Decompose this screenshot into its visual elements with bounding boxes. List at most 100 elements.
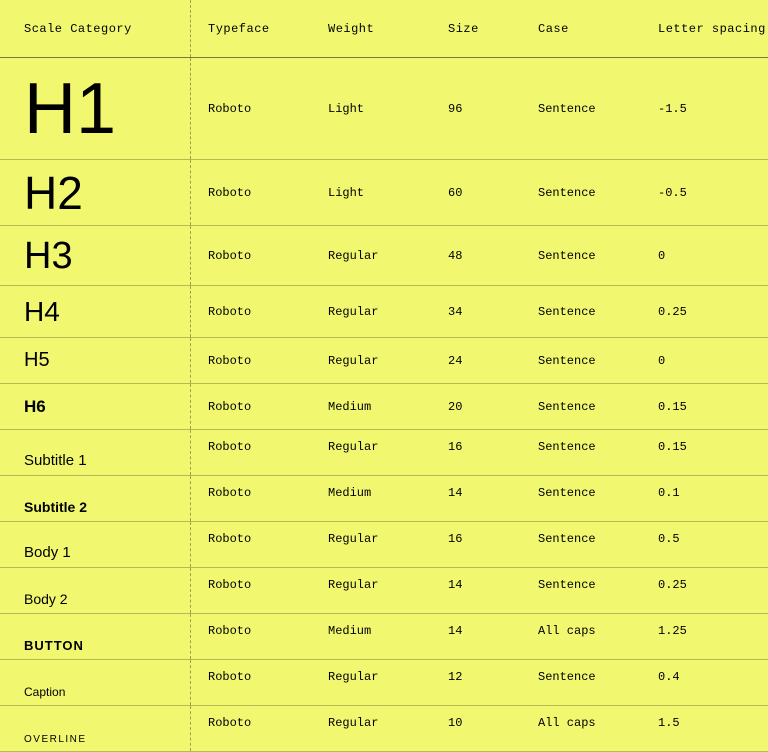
cell-size: 14 [430, 568, 520, 592]
cell-size: 24 [430, 354, 520, 368]
column-divider [190, 384, 191, 429]
col-header-typeface: Typeface [190, 22, 310, 36]
cell-typeface: Roboto [190, 430, 310, 454]
col-header-size: Size [430, 22, 520, 36]
type-scale-table: Scale Category Typeface Weight Size Case… [0, 0, 768, 752]
cell-size: 60 [430, 186, 520, 200]
scale-sample-overline: OVERLINE [0, 706, 190, 751]
table-row: Subtitle 1 Roboto Regular 16 Sentence 0.… [0, 430, 768, 476]
cell-weight: Light [310, 186, 430, 200]
table-row: H3 Roboto Regular 48 Sentence 0 [0, 226, 768, 286]
table-row: H4 Roboto Regular 34 Sentence 0.25 [0, 286, 768, 338]
cell-size: 14 [430, 614, 520, 638]
cell-typeface: Roboto [190, 614, 310, 638]
scale-sample-caption: Caption [0, 660, 190, 705]
table-row: OVERLINE Roboto Regular 10 All caps 1.5 [0, 706, 768, 752]
scale-sample-h5: H5 [0, 338, 190, 383]
column-divider [190, 568, 191, 613]
cell-size: 34 [430, 305, 520, 319]
cell-letter-spacing: 0 [640, 354, 768, 368]
cell-weight: Regular [310, 706, 430, 730]
table-row: Subtitle 2 Roboto Medium 14 Sentence 0.1 [0, 476, 768, 522]
column-divider [190, 226, 191, 285]
cell-case: Sentence [520, 354, 640, 368]
cell-size: 96 [430, 102, 520, 116]
cell-size: 10 [430, 706, 520, 730]
cell-typeface: Roboto [190, 568, 310, 592]
scale-sample-h1: H1 [0, 58, 190, 159]
cell-letter-spacing: 1.25 [640, 614, 768, 638]
scale-sample-subtitle1: Subtitle 1 [0, 430, 190, 475]
table-row: H6 Roboto Medium 20 Sentence 0.15 [0, 384, 768, 430]
cell-size: 12 [430, 660, 520, 684]
table-row: Body 1 Roboto Regular 16 Sentence 0.5 [0, 522, 768, 568]
table-header-row: Scale Category Typeface Weight Size Case… [0, 0, 768, 58]
scale-sample-subtitle2: Subtitle 2 [0, 476, 190, 521]
cell-typeface: Roboto [190, 249, 310, 263]
cell-weight: Regular [310, 354, 430, 368]
column-divider [190, 660, 191, 705]
cell-typeface: Roboto [190, 354, 310, 368]
column-divider [190, 614, 191, 659]
cell-size: 14 [430, 476, 520, 500]
table-row: Caption Roboto Regular 12 Sentence 0.4 [0, 660, 768, 706]
table-row: H5 Roboto Regular 24 Sentence 0 [0, 338, 768, 384]
cell-typeface: Roboto [190, 522, 310, 546]
cell-case: Sentence [520, 430, 640, 454]
table-row: H2 Roboto Light 60 Sentence -0.5 [0, 160, 768, 226]
cell-weight: Medium [310, 476, 430, 500]
scale-sample-h6: H6 [0, 384, 190, 429]
scale-sample-h3: H3 [0, 226, 190, 285]
column-divider [190, 286, 191, 337]
scale-sample-body1: Body 1 [0, 522, 190, 567]
cell-letter-spacing: 0.4 [640, 660, 768, 684]
cell-typeface: Roboto [190, 706, 310, 730]
table-row: H1 Roboto Light 96 Sentence -1.5 [0, 58, 768, 160]
column-divider [190, 476, 191, 521]
cell-case: Sentence [520, 568, 640, 592]
cell-typeface: Roboto [190, 305, 310, 319]
cell-typeface: Roboto [190, 476, 310, 500]
cell-typeface: Roboto [190, 102, 310, 116]
cell-weight: Regular [310, 305, 430, 319]
cell-weight: Regular [310, 522, 430, 546]
cell-weight: Regular [310, 249, 430, 263]
cell-case: Sentence [520, 186, 640, 200]
cell-case: Sentence [520, 660, 640, 684]
cell-letter-spacing: 0.15 [640, 400, 768, 414]
cell-size: 16 [430, 430, 520, 454]
column-divider [190, 58, 191, 159]
cell-size: 20 [430, 400, 520, 414]
cell-letter-spacing: 0.1 [640, 476, 768, 500]
cell-case: Sentence [520, 102, 640, 116]
cell-case: Sentence [520, 305, 640, 319]
cell-weight: Regular [310, 430, 430, 454]
column-divider [190, 338, 191, 383]
col-header-scale-category: Scale Category [0, 0, 190, 57]
cell-case: All caps [520, 706, 640, 730]
cell-case: Sentence [520, 249, 640, 263]
column-divider [190, 706, 191, 751]
cell-letter-spacing: 0.25 [640, 568, 768, 592]
cell-weight: Regular [310, 660, 430, 684]
cell-weight: Medium [310, 614, 430, 638]
cell-typeface: Roboto [190, 660, 310, 684]
cell-letter-spacing: -0.5 [640, 186, 768, 200]
cell-case: Sentence [520, 400, 640, 414]
col-header-weight: Weight [310, 22, 430, 36]
table-row: Body 2 Roboto Regular 14 Sentence 0.25 [0, 568, 768, 614]
cell-typeface: Roboto [190, 186, 310, 200]
column-divider [190, 0, 191, 57]
cell-letter-spacing: 1.5 [640, 706, 768, 730]
scale-sample-button: BUTTON [0, 614, 190, 659]
scale-sample-h2: H2 [0, 160, 190, 225]
col-header-case: Case [520, 22, 640, 36]
cell-case: Sentence [520, 522, 640, 546]
column-divider [190, 160, 191, 225]
cell-letter-spacing: 0.15 [640, 430, 768, 454]
cell-letter-spacing: 0 [640, 249, 768, 263]
scale-sample-h4: H4 [0, 286, 190, 337]
col-header-letter-spacing: Letter spacing [640, 22, 768, 36]
column-divider [190, 522, 191, 567]
cell-size: 48 [430, 249, 520, 263]
